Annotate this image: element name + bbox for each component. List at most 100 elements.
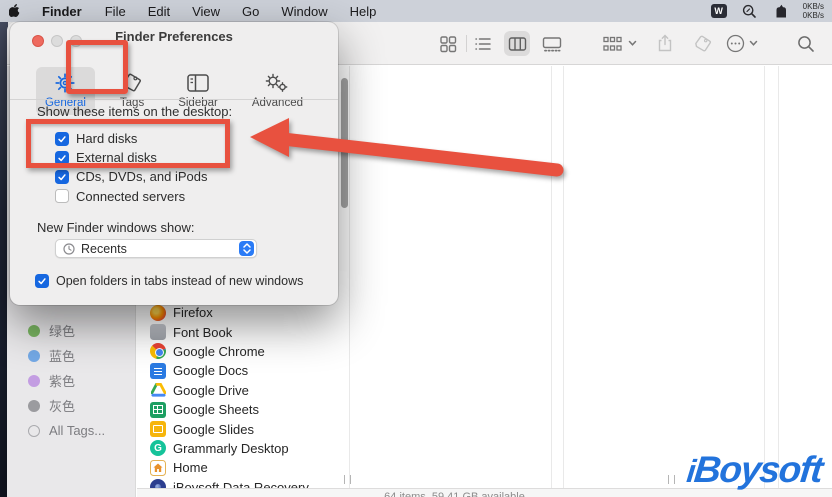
share-icon xyxy=(658,34,672,52)
column-resize-handle[interactable] xyxy=(344,475,351,484)
check-icon xyxy=(58,174,66,181)
window-title: Finder Preferences xyxy=(115,29,233,44)
all-tags-icon xyxy=(28,424,40,437)
file-name: Grammarly Desktop xyxy=(173,440,289,456)
list-item-grammarly-desktop[interactable]: G Grammarly Desktop xyxy=(150,439,345,458)
chevron-down-icon xyxy=(749,40,758,46)
sidebar-tag-list: 绿色 蓝色 紫色 灰色 All Tags... xyxy=(7,318,135,443)
new-finder-windows-label: New Finder windows show: xyxy=(37,220,195,235)
list-item-google-sheets[interactable]: Google Sheets xyxy=(150,400,345,419)
column-view-button[interactable] xyxy=(504,31,530,56)
menu-view[interactable]: View xyxy=(181,4,231,19)
green-tag-dot xyxy=(28,324,40,337)
column-resize-handle[interactable] xyxy=(668,475,675,484)
checkbox-row-open-in-tabs[interactable]: Open folders in tabs instead of new wind… xyxy=(35,274,303,288)
more-actions-button[interactable] xyxy=(721,31,763,56)
column-divider xyxy=(778,66,779,488)
tag-button[interactable] xyxy=(690,31,716,56)
new-finder-windows-select[interactable]: Recents xyxy=(55,239,257,258)
list-item-font-book[interactable]: Font Book xyxy=(150,322,345,341)
connected-servers-checkbox[interactable] xyxy=(55,189,69,204)
open-in-tabs-checkbox[interactable] xyxy=(35,274,49,288)
file-name: Google Sheets xyxy=(173,402,260,418)
ellipsis-circle-icon xyxy=(726,34,745,53)
sidebar-tag-blue[interactable]: 蓝色 xyxy=(7,343,135,368)
font-book-icon xyxy=(150,324,166,341)
firefox-icon xyxy=(150,304,166,321)
apple-icon xyxy=(8,3,19,17)
checkbox-label: CDs, DVDs, and iPods xyxy=(76,169,208,185)
menu-help[interactable]: Help xyxy=(339,4,388,19)
column-divider xyxy=(551,66,552,488)
toolbar-divider xyxy=(466,35,467,52)
checkbox-row-cds-dvds[interactable]: CDs, DVDs, and iPods xyxy=(55,167,208,186)
google-slides-icon xyxy=(150,421,166,438)
list-item-google-slides[interactable]: Google Slides xyxy=(150,419,345,438)
icon-view-button[interactable] xyxy=(435,31,461,56)
network-speed: 0KB/s 0KB/s xyxy=(802,2,824,20)
google-docs-icon xyxy=(150,362,166,379)
grammarly-icon: G xyxy=(150,440,166,457)
menu-edit[interactable]: Edit xyxy=(137,4,181,19)
home-icon xyxy=(150,459,166,476)
chrome-icon xyxy=(150,343,166,360)
list-item-google-drive[interactable]: Google Drive xyxy=(150,381,345,400)
sidebar-all-tags[interactable]: All Tags... xyxy=(7,418,135,443)
recents-clock-icon xyxy=(63,242,75,255)
sidebar-tag-green[interactable]: 绿色 xyxy=(7,318,135,343)
file-name: Google Docs xyxy=(173,363,249,379)
chevron-down-icon xyxy=(628,40,636,46)
sidebar-icon xyxy=(187,74,209,92)
google-sheets-icon xyxy=(150,401,166,418)
list-view-icon xyxy=(475,37,491,50)
gears-icon xyxy=(266,73,288,92)
cds-dvds-checkbox[interactable] xyxy=(55,169,69,184)
gray-tag-dot xyxy=(28,399,40,412)
sidebar-tag-gray[interactable]: 灰色 xyxy=(7,393,135,418)
list-item-home[interactable]: Home xyxy=(150,458,345,477)
tag-label: 蓝色 xyxy=(49,349,76,364)
w-app-menu-icon[interactable]: W xyxy=(710,3,728,19)
search-utility-icon[interactable] xyxy=(741,3,759,19)
tab-advanced[interactable]: Advanced xyxy=(243,67,312,115)
menu-finder[interactable]: Finder xyxy=(30,4,94,19)
ink-status-icon[interactable] xyxy=(772,3,790,19)
list-scrollbar[interactable] xyxy=(341,78,348,208)
file-name: Font Book xyxy=(173,324,233,340)
tag-label: 灰色 xyxy=(49,399,76,414)
list-item-google-chrome[interactable]: Google Chrome xyxy=(150,342,345,361)
group-by-button[interactable] xyxy=(597,31,641,56)
iboysoft-logo: iBoysoft xyxy=(685,449,824,490)
divider xyxy=(10,99,338,100)
annotation-box-disk-checkboxes xyxy=(26,119,230,168)
group-by-icon xyxy=(602,36,622,51)
share-button[interactable] xyxy=(652,31,678,56)
check-icon xyxy=(38,278,46,285)
menu-go[interactable]: Go xyxy=(231,4,270,19)
column-divider xyxy=(764,66,765,488)
sidebar-tag-purple[interactable]: 紫色 xyxy=(7,368,135,393)
list-item-google-docs[interactable]: Google Docs xyxy=(150,361,345,380)
menu-bar-status-area: W 0KB/s 0KB/s xyxy=(710,2,832,20)
list-item-firefox[interactable]: Firefox xyxy=(150,303,345,322)
list-view-button[interactable] xyxy=(470,31,496,56)
google-drive-icon xyxy=(150,382,166,398)
checkbox-label: Open folders in tabs instead of new wind… xyxy=(56,274,304,288)
file-name: Google Slides xyxy=(173,421,254,437)
checkbox-row-connected-servers[interactable]: Connected servers xyxy=(55,187,208,206)
selected-value: Recents xyxy=(81,241,127,256)
search-icon xyxy=(798,35,814,52)
file-name: Firefox xyxy=(173,305,213,321)
gallery-view-button[interactable] xyxy=(539,31,565,56)
blue-tag-dot xyxy=(28,349,40,362)
apple-menu[interactable] xyxy=(0,3,30,19)
stepper-icon xyxy=(239,241,254,256)
checkbox-label: Connected servers xyxy=(76,188,186,204)
search-button[interactable] xyxy=(793,31,819,56)
tag-label: 紫色 xyxy=(49,374,76,389)
menu-file[interactable]: File xyxy=(94,4,137,19)
menu-window[interactable]: Window xyxy=(270,4,338,19)
column-view-icon xyxy=(508,36,526,51)
menu-bar: Finder File Edit View Go Window Help W 0… xyxy=(0,0,832,22)
purple-tag-dot xyxy=(28,374,40,387)
